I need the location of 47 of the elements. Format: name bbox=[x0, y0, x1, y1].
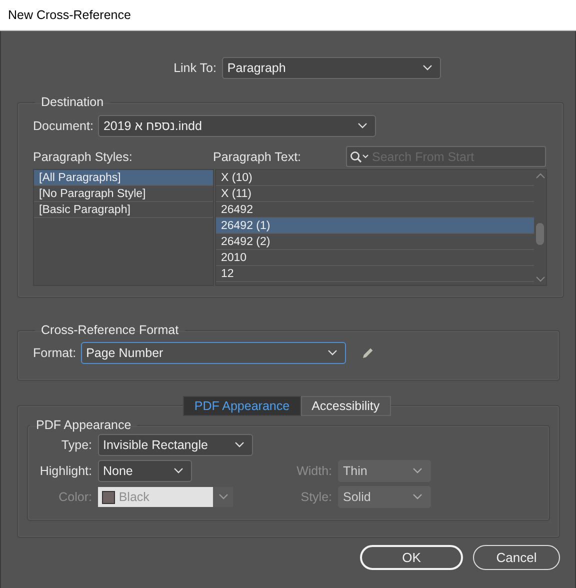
list-item[interactable]: 26492 (1) bbox=[216, 218, 534, 234]
pencil-icon[interactable] bbox=[362, 347, 374, 359]
group-title: Destination bbox=[40, 95, 105, 109]
scroll-down-icon[interactable] bbox=[536, 276, 544, 282]
chevron-icon bbox=[423, 65, 432, 71]
dropdown[interactable]: Invisible Rectangle bbox=[98, 434, 253, 456]
dialog-button[interactable]: OK bbox=[360, 545, 463, 570]
dropdown[interactable]: נספח א 2019.indd bbox=[98, 115, 376, 137]
dropdown[interactable]: None bbox=[98, 460, 192, 482]
list-item[interactable]: [Basic Paragraph] bbox=[34, 202, 213, 218]
scroll-up-icon[interactable] bbox=[536, 173, 544, 179]
list-item[interactable]: X (10) bbox=[216, 170, 534, 186]
field-label: Color: bbox=[58, 490, 92, 504]
chevron-icon bbox=[413, 494, 422, 500]
group-title: Cross-Reference Format bbox=[40, 323, 180, 337]
list-item[interactable]: 26492 (2) bbox=[216, 234, 534, 250]
list-label: Paragraph Text: bbox=[213, 150, 302, 164]
chevron-icon bbox=[328, 350, 338, 356]
search-icon[interactable] bbox=[350, 150, 370, 162]
chevron-icon bbox=[358, 123, 368, 129]
field-label: Type: bbox=[60, 438, 92, 452]
chevron-icon bbox=[235, 442, 244, 448]
field-label: Document: bbox=[33, 119, 94, 133]
list-label: Paragraph Styles: bbox=[33, 150, 134, 164]
field-label: Link To: bbox=[174, 61, 216, 75]
chevron-icon bbox=[413, 468, 422, 474]
dropdown[interactable]: Paragraph bbox=[222, 57, 442, 79]
dialog-button[interactable]: Cancel bbox=[473, 545, 560, 570]
list-item[interactable]: X (11) bbox=[216, 186, 534, 202]
list-item[interactable]: [No Paragraph Style] bbox=[34, 186, 213, 202]
color-swatch-icon bbox=[102, 490, 115, 504]
tab[interactable]: PDF Appearance bbox=[183, 396, 301, 416]
list-item[interactable]: 2010 bbox=[216, 250, 534, 266]
dropdown[interactable]: Page Number bbox=[81, 342, 346, 364]
chevron-icon bbox=[174, 468, 183, 474]
scroll-thumb[interactable] bbox=[536, 222, 544, 244]
window-title: New Cross-Reference bbox=[8, 8, 131, 22]
group-title: PDF Appearance bbox=[35, 418, 132, 432]
scrollbar[interactable] bbox=[534, 170, 546, 285]
field-label: Highlight: bbox=[38, 464, 92, 478]
field-label: Style: bbox=[300, 490, 332, 504]
list-item[interactable]: 12 bbox=[216, 266, 534, 282]
tab[interactable]: Accessibility bbox=[300, 396, 391, 416]
list-item[interactable]: [All Paragraphs] bbox=[34, 170, 213, 186]
chevron-icon bbox=[218, 494, 228, 500]
field-label: Width: bbox=[296, 464, 332, 478]
field-label: Format: bbox=[33, 346, 76, 360]
